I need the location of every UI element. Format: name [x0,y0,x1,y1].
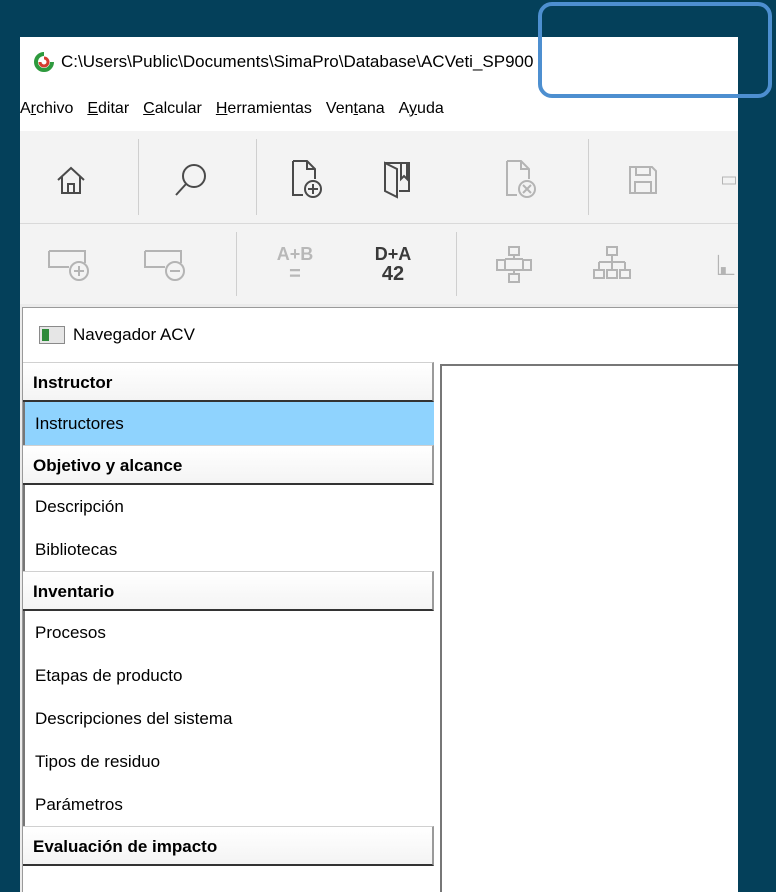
add-item-icon [48,250,89,281]
toolbar-separator [256,139,257,215]
analysis-toolbar: A+B = D+A 42 [20,224,738,304]
close-document-icon [506,160,536,198]
navigator-content-pane [440,364,738,892]
navigator-item[interactable]: Parámetros [23,783,434,826]
new-document-icon [292,160,322,198]
search-button[interactable] [162,151,220,209]
chart-icon [717,254,735,275]
add-item-button[interactable] [38,236,102,292]
navigator-section-header[interactable]: Objetivo y alcance [23,445,434,485]
compare-icon: A+B = [277,244,314,284]
close-document-button[interactable] [490,149,548,209]
simapro-logo-icon [34,52,54,72]
navigator-item[interactable]: Instructores [23,402,434,445]
toolbar-separator [138,139,139,215]
menu-item[interactable]: Herramientas [216,100,320,118]
tree-button[interactable] [580,236,644,292]
open-book-icon [384,161,410,199]
mdi-workspace: Navegador ACV Instructor Instructores Obje… [20,304,738,892]
home-button[interactable] [42,151,100,209]
search-icon [175,164,206,196]
analyze-line2: 42 [381,263,405,285]
navigator-section-header[interactable]: Evaluación de impacto [23,826,434,866]
compare-line2: = [289,263,301,285]
navigator-item[interactable]: Descripción [23,485,434,528]
home-icon [57,166,85,194]
navigator-item[interactable]: Procesos [23,611,434,654]
tree-icon [593,246,631,279]
toolbar-separator [236,232,237,296]
chart-button[interactable] [716,236,738,292]
analyze-line1: D+A [374,244,412,264]
navigator-item[interactable]: Bibliotecas [23,528,434,571]
menu-item[interactable]: Archivo [20,100,81,118]
navigator-window-icon [39,326,65,344]
toolbar-separator [456,232,457,296]
menu-item[interactable]: Ayuda [399,100,452,118]
compare-line1: A+B [276,244,314,264]
remove-item-icon [144,250,185,281]
title-highlight-box [538,2,772,98]
network-button[interactable] [482,236,546,292]
menu-item[interactable]: Ventana [326,100,393,118]
menu-item[interactable]: Calcular [143,100,210,118]
navigator-tree: Instructor Instructores Objetivo y alcance… [23,362,434,892]
navigator-section-header[interactable]: Inventario [23,571,434,611]
new-document-button[interactable] [276,149,334,209]
toolbar-separator [588,139,589,215]
compare-button[interactable]: A+B = [258,236,332,292]
analyze-icon: D+A 42 [375,244,412,284]
main-toolbar [20,131,738,224]
lca-navigator-window: Navegador ACV Instructor Instructores Obje… [22,307,738,892]
navigator-item[interactable]: Descripciones del sistema [23,697,434,740]
navigator-item[interactable]: Tipos de residuo [23,740,434,783]
save-icon [629,166,657,194]
save-button[interactable] [614,151,672,209]
analyze-button[interactable]: D+A 42 [356,236,430,292]
navigator-item[interactable]: Etapas de producto [23,654,434,697]
menu-item[interactable]: Editar [87,100,137,118]
open-book-button[interactable] [368,149,426,209]
print-icon [722,176,736,185]
remove-item-button[interactable] [134,236,198,292]
network-icon [496,246,532,283]
simapro-window: C:\Users\Public\Documents\SimaPro\Databa… [20,37,738,892]
navigator-title-bar: Navegador ACV [23,308,738,362]
print-button[interactable] [720,151,738,209]
navigator-section-header[interactable]: Instructor [23,362,434,402]
window-title: C:\Users\Public\Documents\SimaPro\Databa… [61,52,534,71]
navigator-title: Navegador ACV [73,325,195,344]
